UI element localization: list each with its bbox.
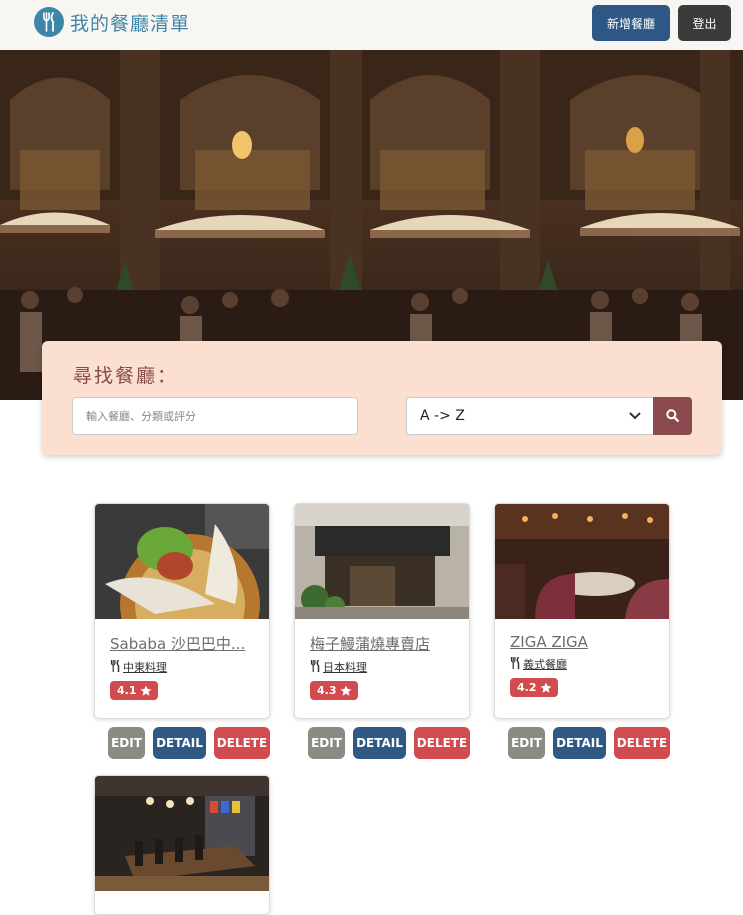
edit-button[interactable]: EDIT	[308, 727, 345, 759]
search-icon	[666, 407, 679, 426]
sort-value: A -> Z	[420, 408, 465, 424]
detail-button[interactable]: DETAIL	[153, 727, 206, 759]
rating-value: 4.1	[117, 684, 137, 697]
detail-button[interactable]: DETAIL	[553, 727, 606, 759]
restaurant-name-link[interactable]: ZIGA ZIGA	[510, 633, 654, 651]
brand-title: 我的餐廳清單	[70, 12, 191, 35]
sort-select[interactable]: A -> Z	[406, 397, 654, 435]
rating-badge: 4.3	[310, 681, 358, 700]
rating-value: 4.3	[317, 684, 337, 697]
utensils-icon	[34, 7, 64, 37]
detail-button[interactable]: DETAIL	[353, 727, 406, 759]
edit-button[interactable]: EDIT	[108, 727, 145, 759]
add-restaurant-button[interactable]: 新增餐廳	[592, 5, 670, 41]
logout-button[interactable]: 登出	[678, 5, 731, 41]
star-icon	[140, 685, 151, 696]
edit-button[interactable]: EDIT	[508, 727, 545, 759]
rating-value: 4.2	[517, 681, 537, 694]
chevron-down-icon	[628, 409, 642, 427]
brand-link[interactable]: 我的餐廳清單	[34, 7, 190, 37]
restaurant-name-link[interactable]: Sababa 沙巴巴中...	[110, 633, 254, 654]
utensils-icon	[510, 656, 521, 672]
restaurant-photo	[295, 504, 469, 619]
rating-badge: 4.1	[110, 681, 158, 700]
restaurant-card[interactable]	[94, 775, 270, 915]
utensils-icon	[110, 659, 121, 675]
delete-button[interactable]: DELETE	[414, 727, 470, 759]
restaurant-photo	[95, 776, 269, 891]
star-icon	[340, 685, 351, 696]
restaurant-photo	[495, 504, 669, 619]
delete-button[interactable]: DELETE	[214, 727, 270, 759]
search-title: 尋找餐廳：	[73, 365, 179, 387]
navbar: 我的餐廳清單 新增餐廳 登出	[0, 0, 743, 50]
restaurant-photo	[95, 504, 269, 619]
restaurant-name-link[interactable]: 梅子鰻蒲燒專賣店	[310, 633, 454, 654]
restaurant-card[interactable]: 梅子鰻蒲燒專賣店 日本料理 4.3	[294, 503, 470, 719]
rating-badge: 4.2	[510, 678, 558, 697]
restaurant-category: 日本料理	[323, 661, 367, 674]
delete-button[interactable]: DELETE	[614, 727, 670, 759]
search-panel: 尋找餐廳： A -> Z	[42, 341, 722, 455]
restaurant-card[interactable]: Sababa 沙巴巴中... 中東料理 4.1	[94, 503, 270, 719]
restaurant-card[interactable]: ZIGA ZIGA 義式餐廳 4.2	[494, 503, 670, 719]
search-button[interactable]	[653, 397, 692, 435]
search-input[interactable]	[72, 397, 358, 435]
star-icon	[540, 682, 551, 693]
restaurant-category: 義式餐廳	[523, 658, 567, 671]
restaurant-category: 中東料理	[123, 661, 167, 674]
utensils-icon	[310, 659, 321, 675]
